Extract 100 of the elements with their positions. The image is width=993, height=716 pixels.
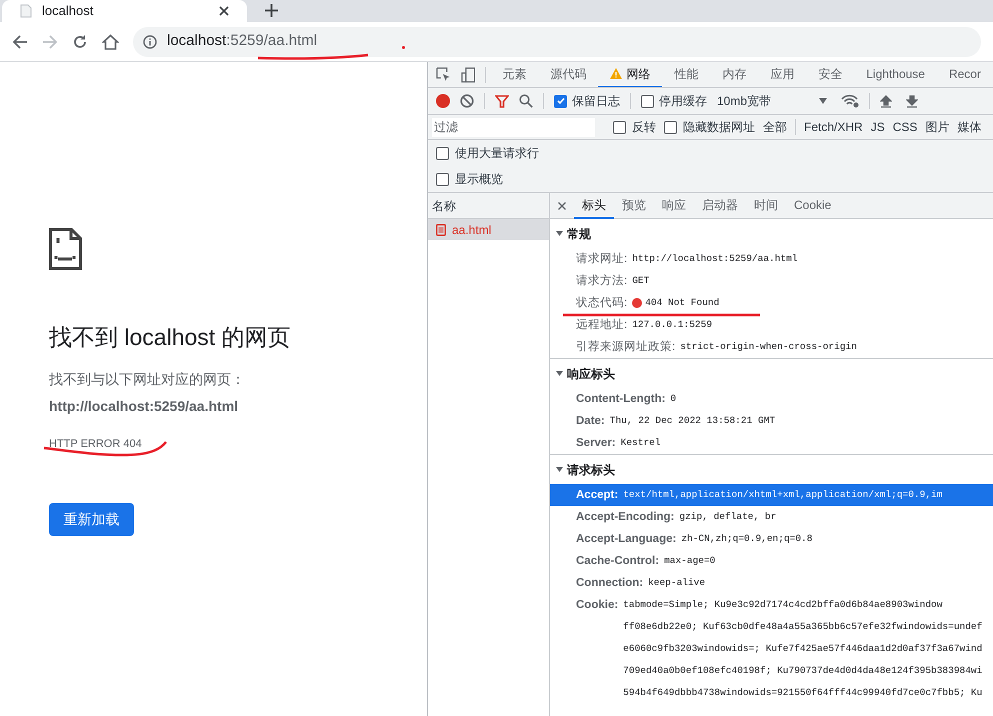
device-icon[interactable]: [460, 66, 476, 82]
document-icon: [436, 224, 446, 236]
detail-tab[interactable]: 标头: [574, 192, 614, 218]
type-filter[interactable]: 图片: [925, 118, 950, 136]
download-icon[interactable]: [906, 94, 918, 108]
checkbox-label: 反转: [632, 119, 656, 136]
header-row[interactable]: Server: Kestrel: [550, 432, 993, 454]
devtools-tab[interactable]: Recor: [936, 62, 993, 87]
devtools-tab[interactable]: 元素: [490, 62, 538, 87]
checkbox[interactable]: [554, 94, 567, 108]
devtools-tab[interactable]: 应用: [758, 62, 806, 87]
upload-icon[interactable]: [880, 94, 892, 108]
error-message: 找不到与以下网址对应的网页：: [49, 370, 245, 388]
type-filter[interactable]: 媒体: [957, 118, 982, 136]
home-icon[interactable]: [102, 34, 119, 50]
header-key: Date:: [576, 410, 605, 432]
header-value: keep-alive: [648, 576, 706, 590]
checkbox[interactable]: [613, 120, 626, 134]
url-text: localhost:5259/aa.html: [167, 31, 318, 52]
section-header[interactable]: 常规: [550, 219, 993, 248]
header-row[interactable]: Accept: text/html,application/xhtml+xml,application/xml;q=0.9,im: [550, 484, 993, 506]
detail-tab[interactable]: 时间: [746, 192, 786, 218]
record-button[interactable]: [436, 94, 450, 108]
type-filter[interactable]: 全部: [763, 118, 787, 136]
header-row[interactable]: Date: Thu, 22 Dec 2022 13:58:21 GMT: [550, 410, 993, 432]
header-key: 请求方法:: [576, 270, 628, 292]
header-row[interactable]: Content-Length: 0: [550, 388, 993, 410]
checkbox[interactable]: [436, 172, 449, 186]
detail-tab[interactable]: 启动器: [694, 192, 746, 218]
inspect-icon[interactable]: [436, 67, 451, 82]
checkbox-label: 使用大量请求行: [455, 145, 539, 162]
checkbox[interactable]: [664, 120, 677, 134]
header-row[interactable]: Accept-Language: zh-CN,zh;q=0.9,en;q=0.8: [550, 528, 993, 550]
checkbox[interactable]: [641, 94, 654, 108]
devtools-tab[interactable]: Lighthouse: [854, 62, 937, 87]
close-icon[interactable]: [219, 6, 229, 16]
header-row[interactable]: 状态代码: 404 Not Found: [550, 292, 993, 314]
error-url: http://localhost:5259/aa.html: [49, 396, 238, 416]
header-row[interactable]: 请求网址: http://localhost:5259/aa.html: [550, 248, 993, 270]
type-filter[interactable]: JS: [870, 118, 885, 136]
new-tab-icon[interactable]: [265, 4, 278, 17]
header-key: Server:: [576, 432, 616, 454]
column-header: 名称: [428, 193, 549, 219]
header-value: e6060c9fb3203windowids=; Kufe7f425ae57f446daa1d2d0af37f3a67wind: [623, 642, 982, 656]
header-key: Cookie:: [576, 594, 618, 616]
error-code: HTTP ERROR 404: [49, 436, 142, 452]
clear-icon[interactable]: [460, 94, 474, 108]
type-filter[interactable]: Fetch/XHR: [804, 118, 863, 136]
header-row[interactable]: Cache-Control: max-age=0: [550, 550, 993, 572]
filter-icon[interactable]: [495, 94, 509, 108]
tab-title: localhost: [42, 2, 94, 20]
page-icon: [20, 4, 32, 18]
checkbox-label: 停用缓存: [659, 93, 707, 110]
detail-tab[interactable]: 预览: [614, 192, 654, 218]
section-header[interactable]: 响应标头: [550, 359, 993, 388]
type-filter[interactable]: CSS: [892, 118, 918, 136]
throttling-dropdown[interactable]: 10mb宽带: [717, 92, 827, 110]
checkbox-label: 显示概览: [455, 171, 503, 188]
detail-tab[interactable]: 响应: [654, 192, 694, 218]
header-value: zh-CN,zh;q=0.9,en;q=0.8: [681, 532, 812, 546]
header-key: Connection:: [576, 572, 644, 594]
reload-button[interactable]: 重新加载: [49, 503, 134, 536]
detail-tab[interactable]: Cookie: [786, 192, 840, 218]
search-icon[interactable]: [519, 94, 533, 108]
close-icon[interactable]: [558, 202, 566, 210]
network-conditions-icon[interactable]: [841, 94, 859, 108]
header-key: Accept:: [576, 484, 618, 506]
filter-input[interactable]: 过滤: [432, 118, 595, 136]
caret-icon: [819, 98, 827, 104]
header-key: 请求网址:: [576, 248, 628, 270]
address-field[interactable]: localhost:5259/aa.html: [133, 26, 981, 56]
header-row[interactable]: 引荐来源网址政策: strict-origin-when-cross-origin: [550, 336, 993, 358]
header-key: Cache-Control:: [576, 550, 660, 572]
devtools-tab[interactable]: 源代码: [538, 62, 598, 87]
header-value: ff08e6db22e0; Kuf63cb0dfe48a4a55a365bb6c57efe32fwindowids=undef: [623, 620, 982, 634]
checkbox[interactable]: [436, 146, 449, 160]
header-value: 127.0.0.1:5259: [632, 318, 712, 332]
back-icon[interactable]: [12, 34, 28, 50]
expand-triangle-icon: [556, 466, 563, 473]
section-header[interactable]: 请求标头: [550, 455, 993, 484]
expand-triangle-icon: [556, 370, 563, 377]
header-row[interactable]: Accept-Encoding: gzip, deflate, br: [550, 506, 993, 528]
header-value: Thu, 22 Dec 2022 13:58:21 GMT: [610, 414, 776, 428]
header-key: Content-Length:: [576, 388, 666, 410]
header-row[interactable]: Connection: keep-alive: [550, 572, 993, 594]
devtools-tab[interactable]: 性能: [662, 62, 710, 87]
checkbox-label: 保留日志: [572, 93, 620, 110]
header-row[interactable]: 请求方法: GET: [550, 270, 993, 292]
header-key: Accept-Language:: [576, 528, 676, 550]
reload-icon[interactable]: [72, 34, 88, 50]
browser-tab[interactable]: localhost: [2, 0, 247, 22]
header-key: 引荐来源网址政策:: [576, 336, 676, 358]
header-value: gzip, deflate, br: [679, 510, 776, 524]
devtools-tab[interactable]: 安全: [806, 62, 854, 87]
expand-triangle-icon: [556, 230, 563, 237]
info-icon[interactable]: [143, 34, 157, 48]
header-key: 远程地址:: [576, 314, 628, 336]
header-row[interactable]: 远程地址: 127.0.0.1:5259: [550, 314, 993, 336]
devtools-tab[interactable]: 内存: [710, 62, 758, 87]
header-key: Accept-Encoding:: [576, 506, 674, 528]
